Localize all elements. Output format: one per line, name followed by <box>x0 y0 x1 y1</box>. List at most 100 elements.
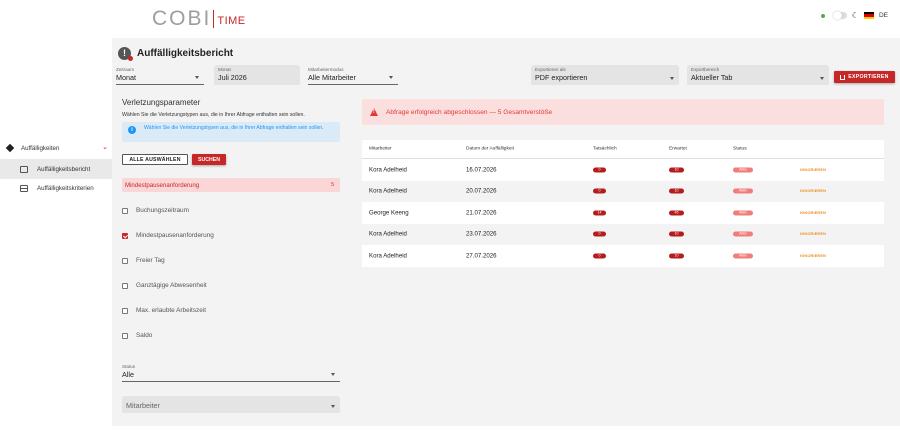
mitarbeitermodus-select[interactable]: Mitarbeitermodus Alle Mitarbeiter <box>308 67 398 85</box>
monat-value: Juli 2026 <box>218 73 247 82</box>
moon-icon: ☾ <box>851 11 859 20</box>
column-header[interactable]: Status <box>733 147 747 152</box>
zeitraum-select[interactable]: Zeitraum Monat <box>116 67 204 85</box>
caret-down-icon <box>195 76 199 79</box>
info-text: Wählen Sie die Verletzungstypen aus, die… <box>144 125 324 131</box>
left-navigation: Auffälligkeiten ⌄ Auffälligkeitsbericht … <box>0 0 112 446</box>
top-bar: COBI TIME ☾ DE <box>112 0 900 38</box>
nav-group-auffaelligkeiten[interactable]: Auffälligkeiten ⌄ <box>0 140 112 156</box>
ignore-button[interactable]: IGNORIEREN <box>800 189 826 193</box>
cell-employee: Kora Adelheid <box>369 166 407 174</box>
status-badge: Aktiv <box>733 253 753 259</box>
caret-down-icon <box>331 373 335 376</box>
zeitraum-label: Zeitraum <box>116 67 135 72</box>
checkbox-buchungszeitraum[interactable]: Buchungszeitraum <box>122 207 189 214</box>
checkbox-label: Max. erlaubte Arbeitszeit <box>136 307 206 314</box>
selected-type-chip[interactable]: Mindestpausenanforderung 5 <box>122 178 340 192</box>
mitarbeitermodus-label: Mitarbeitermodus <box>308 67 344 72</box>
cell-employee: George Keeng <box>369 209 409 217</box>
main-content: ! Auffälligkeitsbericht Zeitraum Monat M… <box>112 38 900 426</box>
table-row: Kora Adelheid 16.07.2026 0 10 Aktiv IGNORIERE… <box>362 159 884 181</box>
cell-date: 23.07.2026 <box>466 230 497 238</box>
export-button[interactable]: EXPORTIEREN <box>834 71 895 83</box>
status-badge: Aktiv <box>733 210 753 216</box>
sidebar-item-auffaelligkeitsbericht[interactable]: Auffälligkeitsbericht <box>0 159 112 179</box>
cell-employee: Kora Adelheid <box>369 187 407 195</box>
actual-badge: 0 <box>593 188 606 194</box>
status-badge: Aktiv <box>733 167 753 173</box>
bottom-strip <box>112 426 900 446</box>
table-row: Kora Adelheid 27.07.2026 0 10 Aktiv IGNORIERE… <box>362 245 884 267</box>
german-flag-icon[interactable] <box>863 12 874 19</box>
result-alert: Abfrage erfolgreich abgeschlossen — 5 Ge… <box>362 99 884 125</box>
table-body: Kora Adelheid 16.07.2026 0 10 Aktiv IGNORIERE… <box>362 159 884 267</box>
column-header[interactable]: Mitarbeiter <box>369 147 392 152</box>
online-status-icon <box>820 13 825 18</box>
top-right-controls: ☾ DE <box>820 11 888 20</box>
cell-employee: Kora Adelheid <box>369 230 407 238</box>
checkbox-icon[interactable] <box>122 282 128 289</box>
employee-select[interactable]: Mitarbeiter <box>122 396 340 413</box>
caret-down-icon <box>670 77 674 80</box>
ignore-button[interactable]: IGNORIEREN <box>800 254 826 258</box>
export-format-select[interactable]: Exportieren als PDF exportieren <box>531 65 679 85</box>
actual-badge: 14 <box>593 210 606 216</box>
export-icon <box>840 74 846 80</box>
ignore-button[interactable]: IGNORIEREN <box>800 211 826 215</box>
theme-toggle[interactable] <box>832 11 847 20</box>
warning-icon <box>370 108 378 116</box>
status-value: Alle <box>122 370 134 379</box>
checkbox-label: Freier Tag <box>136 257 165 264</box>
employee-placeholder: Mitarbeiter <box>126 401 160 410</box>
sidebar-item-label: Auffälligkeitskriterien <box>37 184 94 192</box>
nav-group-label: Auffälligkeiten <box>21 144 60 152</box>
caret-down-icon <box>820 77 824 80</box>
column-header[interactable]: Datum der Auffälligkeit <box>466 147 514 152</box>
export-range-select[interactable]: Exportbereich Aktueller Tab <box>687 65 829 85</box>
checkbox-icon[interactable] <box>122 332 128 339</box>
grid-icon <box>20 184 28 192</box>
page-title: Auffälligkeitsbericht <box>137 48 234 59</box>
checkbox-icon[interactable] <box>122 207 128 214</box>
status-select[interactable]: Status Alle <box>122 364 340 382</box>
column-header[interactable]: Erwartet <box>669 147 687 152</box>
checkbox-icon[interactable] <box>122 257 128 264</box>
actual-badge: 0 <box>593 253 606 259</box>
selected-type-label: Mindestpausenanforderung <box>125 181 200 189</box>
checkbox-saldo[interactable]: Saldo <box>122 332 152 339</box>
sidebar-item-auffaelligkeitskriterien[interactable]: Auffälligkeitskriterien <box>0 178 112 198</box>
checkbox-label: Mindestpausenanforderung <box>136 232 214 239</box>
params-description: Wählen Sie die Verletzungstypen aus, die… <box>122 112 305 118</box>
monat-field[interactable]: Monat Juli 2026 <box>214 65 300 85</box>
column-header[interactable]: Tatsächlich <box>593 147 617 152</box>
expected-badge: 10 <box>669 167 684 173</box>
checkbox-icon[interactable] <box>122 307 128 314</box>
checkbox-freier-tag[interactable]: Freier Tag <box>122 257 165 264</box>
checkbox-ganztaegige-abwesenheit[interactable]: Ganztägige Abwesenheit <box>122 282 207 289</box>
checkbox-max-arbeitszeit[interactable]: Max. erlaubte Arbeitszeit <box>122 307 206 314</box>
checkbox-mindestpausenanforderung[interactable]: Mindestpausenanforderung <box>122 232 214 239</box>
expected-badge: 10 <box>669 231 684 237</box>
table-header: Mitarbeiter Datum der Auffälligkeit Tats… <box>362 140 884 159</box>
alert-text: Abfrage erfolgreich abgeschlossen — 5 Ge… <box>386 108 553 116</box>
checkbox-checked-icon[interactable] <box>122 232 128 239</box>
export-button-label: EXPORTIEREN <box>848 74 889 80</box>
cell-employee: Kora Adelheid <box>369 252 407 260</box>
logo-main-text: COBI <box>152 7 212 30</box>
cell-date: 20.07.2026 <box>466 187 497 195</box>
search-button[interactable]: SUCHEN <box>192 154 226 165</box>
sidebar-item-label: Auffälligkeitsbericht <box>37 165 91 173</box>
logo-sub-text: TIME <box>217 14 246 27</box>
info-icon: i <box>128 126 136 134</box>
chevron-down-icon[interactable]: ⌄ <box>102 143 108 151</box>
language-label[interactable]: DE <box>879 12 888 19</box>
cell-date: 27.07.2026 <box>466 252 497 260</box>
caret-down-icon <box>331 405 335 408</box>
cobi-time-logo: COBI TIME <box>152 7 246 31</box>
expected-badge: 10 <box>669 188 684 194</box>
select-all-button[interactable]: ALLE AUSWÄHLEN <box>122 154 188 165</box>
violations-table: Mitarbeiter Datum der Auffälligkeit Tats… <box>362 140 884 267</box>
selected-type-count: 5 <box>331 182 334 188</box>
ignore-button[interactable]: IGNORIEREN <box>800 168 826 172</box>
ignore-button[interactable]: IGNORIEREN <box>800 232 826 236</box>
